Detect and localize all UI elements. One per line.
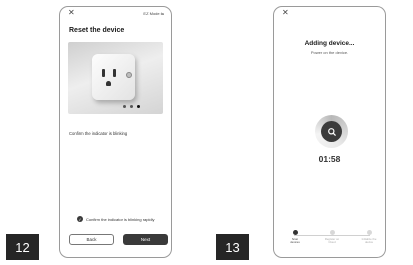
countdown-timer: 01:58 [318,154,341,164]
page-title: Adding device... [304,40,355,47]
dot-icon [137,105,140,108]
plug-side-icons [123,105,140,108]
step-label-line: Cloud [328,240,336,245]
smart-plug-image [68,42,163,114]
progress-ring [315,115,348,148]
ez-mode-label: EZ Mode [143,11,160,16]
step-scan-devices: Scan devices [280,230,310,245]
close-icon[interactable]: ✕ [282,9,289,17]
search-icon [321,121,342,142]
adding-device-screen: ✕ Adding device... Power on the device. … [273,6,386,258]
plug-body [92,54,135,100]
plug-slot [102,69,105,77]
step-dot [366,230,372,235]
page-number: 12 [6,234,39,260]
check-icon[interactable]: ✓ [77,216,83,222]
ez-mode-link[interactable]: EZ Mode⇋ [143,11,164,16]
step-dot [292,230,298,235]
instruction-text: Confirm the indicator is blinking [69,131,128,136]
dot-icon [123,105,126,108]
plug-ground-hole [106,81,111,86]
plug-slot [113,69,116,77]
confirm-checkbox-label: Confirm the indicator is blinking rapidl… [86,216,155,222]
next-button[interactable]: Next [123,234,168,245]
page-number: 13 [216,234,249,260]
close-icon[interactable]: ✕ [68,9,75,17]
page-subtitle: Power on the device. [310,50,349,55]
step-register-cloud: Register on Cloud [317,230,347,245]
dot-icon [130,105,133,108]
indicator-light [126,72,132,78]
reset-device-screen: ✕ EZ Mode⇋ Reset the device Confirm the … [59,6,172,258]
back-button[interactable]: Back [69,234,114,245]
step-label-line: device [364,240,374,245]
confirm-checkbox-row[interactable]: ✓ Confirm the indicator is blinking rapi… [77,216,154,222]
step-initialize-device: Initialize the device [354,230,384,245]
step-label-line: devices [290,240,300,245]
page-title: Reset the device [69,27,125,34]
step-dot [329,230,335,235]
swap-icon: ⇋ [160,11,164,16]
